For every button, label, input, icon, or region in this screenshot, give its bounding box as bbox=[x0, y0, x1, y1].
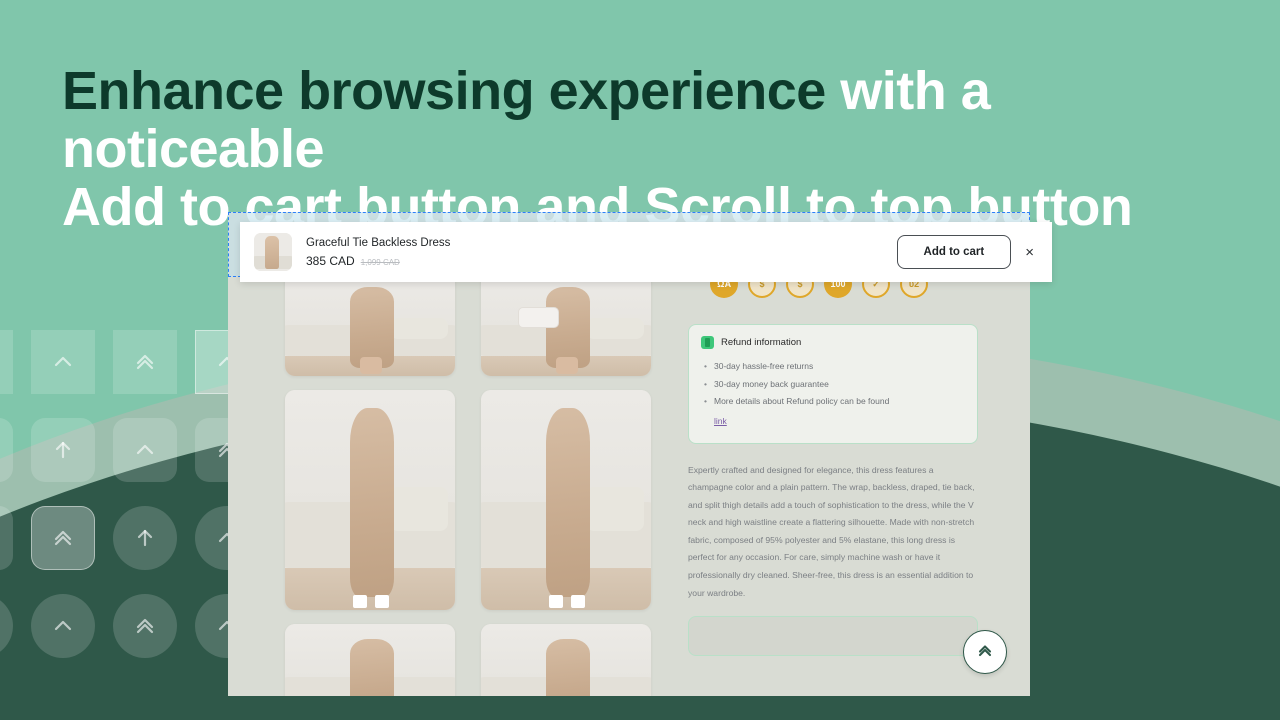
product-photo[interactable] bbox=[481, 390, 651, 610]
decorative-chevron-up-button bbox=[31, 330, 95, 394]
arrow-up-icon bbox=[132, 525, 158, 551]
decorative-chevron-up-button bbox=[31, 594, 95, 658]
sticky-product-info: Graceful Tie Backless Dress 385 CAD 1,09… bbox=[306, 236, 897, 268]
decorative-cell bbox=[0, 318, 22, 406]
chevron-up-icon bbox=[132, 437, 158, 463]
headline-line1-emphasis: Enhance browsing experience bbox=[62, 61, 826, 121]
page-title: Enhance browsing experience with a notic… bbox=[62, 62, 1222, 236]
chevron-up-icon bbox=[50, 613, 76, 639]
decorative-chevron-up-button bbox=[0, 330, 13, 394]
decorative-double-chevron-up-button bbox=[113, 594, 177, 658]
product-photo[interactable] bbox=[285, 624, 455, 696]
sticky-product-title: Graceful Tie Backless Dress bbox=[306, 237, 451, 249]
decorative-double-chevron-up-button bbox=[31, 506, 95, 570]
decorative-cell bbox=[104, 494, 186, 582]
refund-list-item: 30-day hassle-free returns bbox=[701, 358, 965, 376]
sticky-compare-at-price: 1,099 CAD bbox=[360, 258, 400, 267]
decorative-cell bbox=[0, 582, 22, 670]
decorative-chevron-up-button bbox=[0, 594, 13, 658]
decorative-cell bbox=[22, 582, 104, 670]
refund-header: Refund information bbox=[701, 336, 965, 349]
sticky-price: 385 CAD bbox=[306, 254, 355, 268]
decorative-double-chevron-up-button bbox=[113, 330, 177, 394]
double-chevron-up-icon bbox=[132, 613, 158, 639]
sticky-price-row: 385 CAD 1,099 CAD bbox=[306, 254, 897, 268]
decorative-cell bbox=[22, 406, 104, 494]
refund-title: Refund information bbox=[721, 337, 802, 348]
refund-list-item: 30-day money back guarantee bbox=[701, 376, 965, 394]
double-chevron-up-icon bbox=[50, 525, 76, 551]
decorative-chevron-up-button bbox=[113, 418, 177, 482]
chevron-up-icon bbox=[50, 349, 76, 375]
product-gallery bbox=[285, 272, 653, 696]
product-page-preview: ὩA$$100✓ὑ2 Refund information 30-day has… bbox=[228, 212, 1030, 696]
product-thumbnail[interactable] bbox=[254, 233, 292, 271]
product-photo[interactable] bbox=[285, 272, 455, 376]
decorative-cell bbox=[22, 318, 104, 406]
double-chevron-up-icon bbox=[976, 641, 994, 664]
decorative-cell bbox=[104, 406, 186, 494]
decorative-cell bbox=[104, 582, 186, 670]
decorative-cell bbox=[104, 318, 186, 406]
add-to-cart-button[interactable]: Add to cart bbox=[896, 235, 1012, 269]
arrow-up-icon bbox=[50, 437, 76, 463]
scroll-to-top-button[interactable] bbox=[963, 630, 1007, 674]
decorative-double-chevron-up-button bbox=[0, 506, 13, 570]
refund-information-panel: Refund information 30-day hassle-free re… bbox=[688, 324, 978, 444]
decorative-arrow-up-button bbox=[0, 418, 13, 482]
refund-list-item: More details about Refund policy can be … bbox=[701, 393, 965, 411]
decorative-cell bbox=[0, 406, 22, 494]
product-photo[interactable] bbox=[481, 272, 651, 376]
product-photo[interactable] bbox=[481, 624, 651, 696]
close-icon[interactable]: × bbox=[1025, 245, 1034, 260]
decorative-cell bbox=[0, 494, 22, 582]
shopify-bag-icon bbox=[701, 336, 714, 349]
decorative-cell bbox=[22, 494, 104, 582]
secondary-info-panel bbox=[688, 616, 978, 657]
product-photo[interactable] bbox=[285, 390, 455, 610]
double-chevron-up-icon bbox=[132, 349, 158, 375]
sticky-add-to-cart-bar: Graceful Tie Backless Dress 385 CAD 1,09… bbox=[240, 222, 1052, 282]
product-details-column: ὩA$$100✓ὑ2 Refund information 30-day has… bbox=[688, 270, 978, 657]
decorative-arrow-up-button bbox=[31, 418, 95, 482]
decorative-arrow-up-button bbox=[113, 506, 177, 570]
refund-list: 30-day hassle-free returns30-day money b… bbox=[701, 358, 965, 411]
refund-policy-link[interactable]: link bbox=[714, 416, 727, 426]
product-description: Expertly crafted and designed for elegan… bbox=[688, 464, 975, 598]
